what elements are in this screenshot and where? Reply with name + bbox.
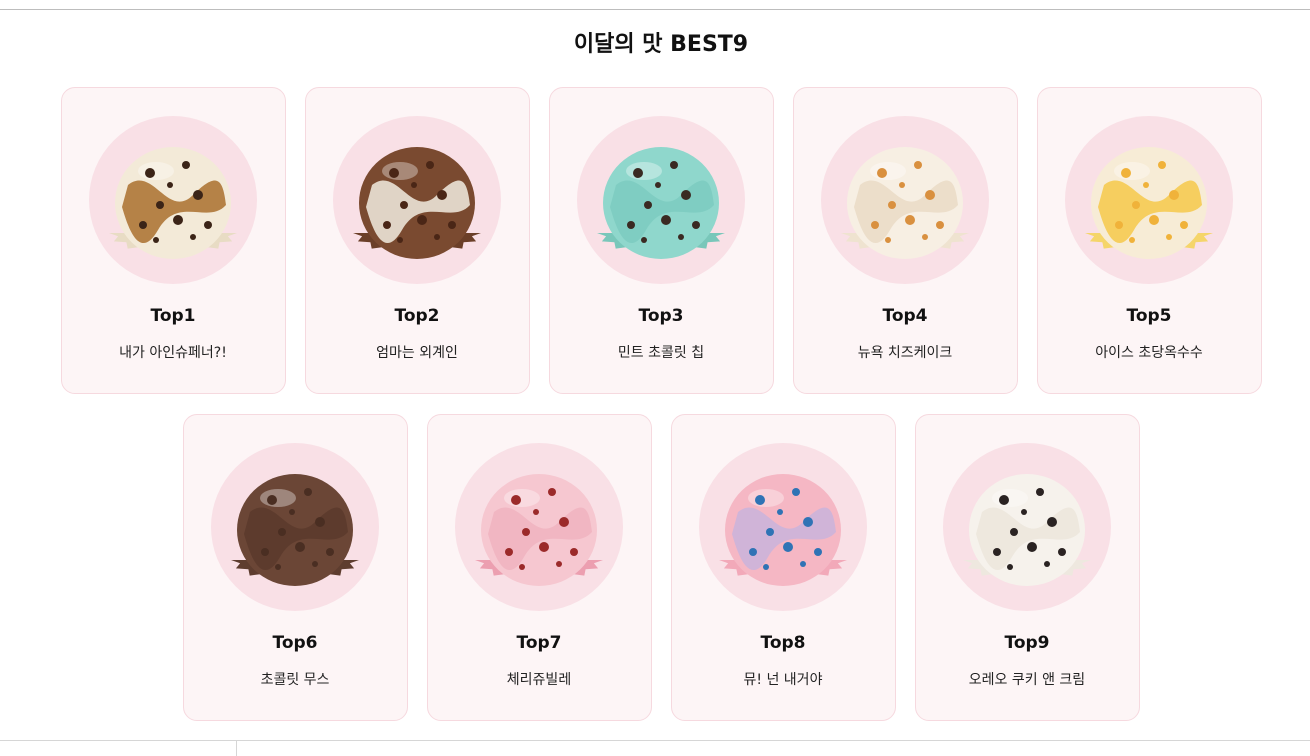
scoop-circle [943,443,1111,611]
scoop-circle [333,116,501,284]
chocolate-ball-scoop-icon [353,147,481,259]
flavor-name: 내가 아인슈페너?! [119,345,227,361]
cookies-and-cream-scoop-icon [963,474,1091,586]
flavor-name: 아이스 초당옥수수 [1095,345,1203,361]
flavor-card[interactable]: Top7 체리쥬빌레 [426,414,652,721]
best9-grid: Top1 내가 아인슈페너?! Top2 엄마는 외계인 Top3 민트 초콜릿… [0,87,1310,741]
scoop-circle [211,443,379,611]
scoop-circle [821,116,989,284]
pink-blue-candy-scoop-icon [719,474,847,586]
flavor-rank: Top2 [394,306,440,326]
best9-row-2: Top6 초콜릿 무스 Top7 체리쥬빌레 Top8 뮤! 넌 내거야 Top… [0,414,1310,721]
flavor-card[interactable]: Top6 초콜릿 무스 [182,414,408,721]
scoop-circle [455,443,623,611]
flavor-card[interactable]: Top5 아이스 초당옥수수 [1036,87,1262,394]
flavor-rank: Top3 [638,306,684,326]
flavor-name: 뮤! 넌 내거야 [743,672,823,688]
cherry-jubilee-scoop-icon [475,474,603,586]
flavor-card[interactable]: Top2 엄마는 외계인 [304,87,530,394]
flavor-rank: Top4 [882,306,928,326]
flavor-name: 뉴욕 치즈케이크 [857,345,953,361]
flavor-rank: Top8 [760,633,806,653]
flavor-rank: Top7 [516,633,562,653]
flavor-name: 민트 초콜릿 칩 [617,345,705,361]
flavor-card[interactable]: Top9 오레오 쿠키 앤 크림 [914,414,1140,721]
sweet-corn-scoop-icon [1085,147,1213,259]
section-title: 이달의 맛 BEST9 [573,32,749,57]
flavor-card[interactable]: Top3 민트 초콜릿 칩 [548,87,774,394]
flavor-rank: Top6 [272,633,318,653]
page: 이달의 맛 BEST9 Top1 내가 아인슈페너?! Top2 엄마는 외계인… [0,0,1310,756]
flavor-card[interactable]: Top4 뉴욕 치즈케이크 [792,87,1018,394]
chocolate-mousse-scoop-icon [231,474,359,586]
flavor-card[interactable]: Top1 내가 아인슈페너?! [60,87,286,394]
scoop-circle [1065,116,1233,284]
flavor-name: 초콜릿 무스 [260,672,330,688]
best9-row-1: Top1 내가 아인슈페너?! Top2 엄마는 외계인 Top3 민트 초콜릿… [0,87,1310,394]
flavor-name: 오레오 쿠키 앤 크림 [968,672,1086,688]
flavor-card[interactable]: Top8 뮤! 넌 내거야 [670,414,896,721]
bottom-divider [0,740,1310,741]
bottom-divider-tick [236,741,237,756]
mint-chocolate-chip-scoop-icon [597,147,725,259]
scoop-circle [577,116,745,284]
flavor-name: 체리쥬빌레 [506,672,572,688]
flavor-rank: Top1 [150,306,196,326]
scoop-circle [699,443,867,611]
flavor-rank: Top9 [1004,633,1050,653]
flavor-rank: Top5 [1126,306,1172,326]
top-divider [0,9,1310,10]
scoop-circle [89,116,257,284]
cheesecake-scoop-icon [841,147,969,259]
vanilla-mocha-swirl-scoop-icon [109,147,237,259]
flavor-name: 엄마는 외계인 [376,345,458,361]
